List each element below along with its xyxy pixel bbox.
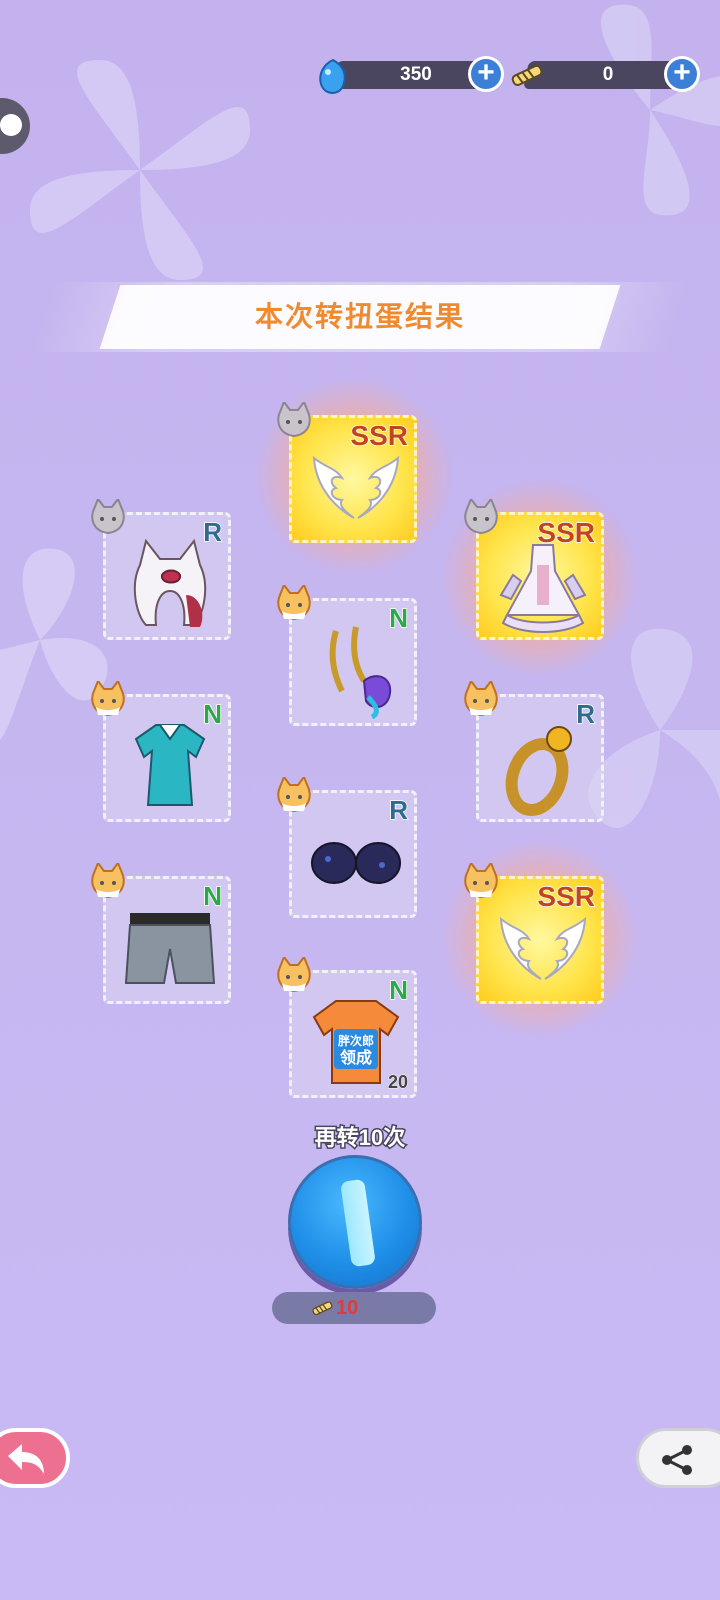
- item-card[interactable]: SSR: [464, 499, 604, 640]
- rarity-label: SSR: [537, 880, 596, 913]
- orange-cat-avatar: [277, 957, 311, 993]
- angel-wings-icon: [312, 455, 400, 519]
- gem-value: 350: [400, 64, 432, 85]
- game-screen: { "currency": { "gems": { "value": "350"…: [0, 0, 720, 1600]
- tshirt-text-1: 胖次郎: [337, 1033, 374, 1048]
- antlers-accessory-icon: [329, 626, 392, 720]
- rarity-label: N: [388, 602, 408, 634]
- gold-ring-icon: [505, 726, 572, 816]
- spin-again-label: 再转10次: [313, 1124, 406, 1152]
- clover-decoration: [601, 4, 720, 216]
- clover-decoration: [0, 548, 108, 740]
- item-card[interactable]: N: [277, 585, 417, 726]
- tshirt-text-2: 领成: [340, 1048, 372, 1067]
- gem-currency: 350 +: [316, 56, 504, 94]
- angel-wings-icon: [499, 916, 587, 980]
- fishbone-ticket-icon: [312, 1301, 333, 1316]
- gray-cat-avatar: [464, 499, 498, 535]
- orange-cat-avatar: [91, 681, 125, 717]
- item-card[interactable]: N: [91, 863, 231, 1004]
- gray-cat-avatar: [91, 499, 125, 535]
- item-card[interactable]: R: [91, 499, 231, 640]
- rarity-label: R: [388, 794, 408, 826]
- rarity-label: N: [202, 880, 222, 912]
- gray-cat-avatar: [277, 402, 311, 438]
- back-button[interactable]: [0, 1428, 70, 1488]
- add-gems-button[interactable]: +: [468, 56, 504, 92]
- rarity-label: SSR: [537, 516, 596, 549]
- orange-cat-avatar: [91, 863, 125, 899]
- share-icon: [662, 1445, 692, 1475]
- cat-hood-icon: [133, 538, 207, 627]
- share-button[interactable]: [636, 1428, 720, 1488]
- item-card[interactable]: 胖次郎 领成 N 20: [277, 957, 417, 1098]
- gloves-icon: [311, 842, 401, 884]
- result-title: 本次转扭蛋结果: [254, 301, 465, 332]
- clover-decoration: [30, 60, 250, 280]
- fishbone-ticket-icon: [511, 64, 543, 86]
- rarity-label: N: [388, 974, 408, 1006]
- rarity-label: R: [575, 698, 595, 730]
- add-tickets-button[interactable]: +: [664, 56, 700, 92]
- polo-dress-icon: [134, 724, 206, 806]
- item-card[interactable]: SSR: [277, 402, 417, 543]
- rarity-label: R: [202, 516, 222, 548]
- spin-again-button[interactable]: [288, 1155, 422, 1289]
- orange-cat-avatar: [464, 681, 498, 717]
- blue-gem-icon: [319, 58, 346, 94]
- orange-cat-avatar: [464, 863, 498, 899]
- item-card[interactable]: N: [91, 681, 231, 822]
- orange-cat-avatar: [277, 585, 311, 621]
- rarity-label: SSR: [350, 419, 409, 452]
- item-card[interactable]: SSR: [464, 863, 604, 1004]
- denim-shorts-icon: [124, 913, 216, 984]
- spin-cost-value: 10: [336, 1297, 359, 1319]
- item-card[interactable]: R: [277, 777, 417, 918]
- orange-cat-avatar: [277, 777, 311, 813]
- back-arrow-icon: [8, 1444, 44, 1474]
- ticket-currency: 0 +: [508, 56, 700, 92]
- menu-dot-icon: [0, 114, 22, 136]
- item-card[interactable]: R: [464, 681, 604, 822]
- lace-dress-icon: [499, 544, 587, 633]
- rarity-label: N: [202, 698, 222, 730]
- ticket-value: 0: [602, 64, 614, 85]
- capsule-lever-icon: [340, 1178, 376, 1268]
- item-count: 20: [387, 1072, 408, 1093]
